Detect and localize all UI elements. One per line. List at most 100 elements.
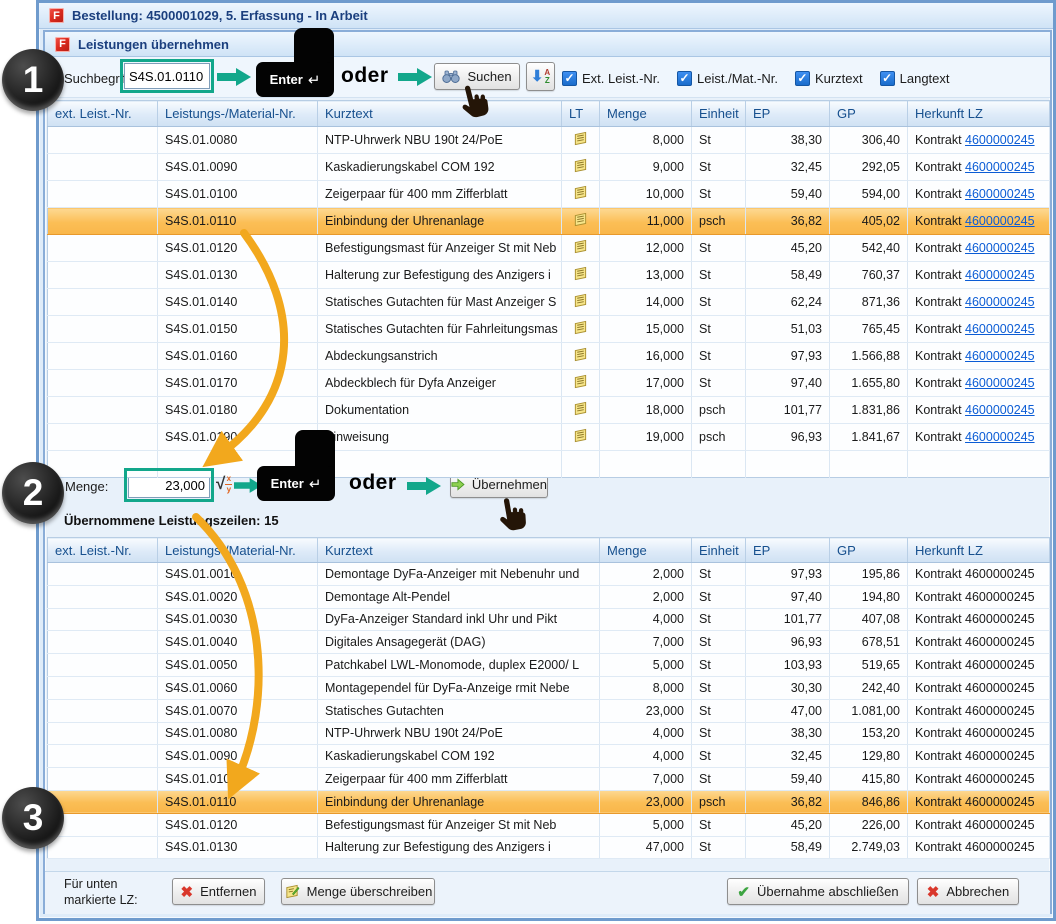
col-kurztext[interactable]: Kurztext bbox=[318, 538, 600, 563]
langtext-note-icon[interactable] bbox=[573, 293, 588, 308]
transferred-row[interactable]: S4S.01.0110Einbindung der Uhrenanlage23,… bbox=[48, 790, 1050, 813]
window-titlebar[interactable]: F Bestellung: 4500001029, 5. Erfassung -… bbox=[39, 3, 1053, 29]
transferred-row[interactable]: S4S.01.0060Montagependel für DyFa-Anzeig… bbox=[48, 676, 1050, 699]
abbrechen-button[interactable]: ✖ Abbrechen bbox=[917, 878, 1019, 905]
cell bbox=[48, 768, 158, 791]
dialog-titlebar[interactable]: F Leistungen übernehmen bbox=[45, 32, 1050, 57]
kontrakt-link[interactable]: 4600000245 bbox=[965, 133, 1035, 147]
service-row[interactable]: S4S.01.0150Statisches Gutachten für Fahr… bbox=[48, 316, 1050, 343]
cell bbox=[562, 208, 600, 235]
transferred-row[interactable]: S4S.01.0010Demontage DyFa-Anzeiger mit N… bbox=[48, 563, 1050, 586]
cell: 1.831,86 bbox=[830, 397, 908, 424]
transferred-row[interactable]: S4S.01.0030DyFa-Anzeiger Standard inkl U… bbox=[48, 608, 1050, 631]
langtext-note-icon[interactable] bbox=[573, 428, 588, 443]
service-row[interactable]: S4S.01.0140Statisches Gutachten für Mast… bbox=[48, 289, 1050, 316]
cell: 242,40 bbox=[830, 676, 908, 699]
service-row[interactable]: S4S.01.0110Einbindung der Uhrenanlage 11… bbox=[48, 208, 1050, 235]
transferred-row[interactable]: S4S.01.0090Kaskadierungskabel COM 1924,0… bbox=[48, 745, 1050, 768]
kontrakt-link[interactable]: 4600000245 bbox=[965, 241, 1035, 255]
col-leistungs-material-nr[interactable]: Leistungs-/Material-Nr. bbox=[158, 101, 318, 127]
langtext-note-icon[interactable] bbox=[573, 347, 588, 362]
cell: 871,36 bbox=[830, 289, 908, 316]
service-row[interactable]: S4S.01.0180Dokumentation 18,000psch101,7… bbox=[48, 397, 1050, 424]
langtext-note-icon[interactable] bbox=[573, 158, 588, 173]
col-einheit[interactable]: Einheit bbox=[692, 538, 746, 563]
col-ext-leist-nr[interactable]: ext. Leist.-Nr. bbox=[48, 538, 158, 563]
cell: 45,20 bbox=[746, 813, 830, 836]
cell: 1.655,80 bbox=[830, 370, 908, 397]
cell bbox=[48, 208, 158, 235]
col-leistungs-material-nr[interactable]: Leistungs-/Material-Nr. bbox=[158, 538, 318, 563]
langtext-note-icon[interactable] bbox=[573, 401, 588, 416]
service-row[interactable]: S4S.01.0170Abdeckblech für Dyfa Anzeiger… bbox=[48, 370, 1050, 397]
langtext-note-icon[interactable] bbox=[573, 239, 588, 254]
cell: 2,000 bbox=[600, 563, 692, 586]
filter-langtext[interactable]: ✓ Langtext bbox=[880, 71, 950, 86]
kontrakt-link[interactable]: 4600000245 bbox=[965, 160, 1035, 174]
search-input[interactable]: S4S.01.0110 bbox=[124, 63, 210, 89]
cell: St bbox=[692, 699, 746, 722]
service-row[interactable]: S4S.01.0100Zeigerpaar für 400 mm Zifferb… bbox=[48, 181, 1050, 208]
transferred-row[interactable]: S4S.01.0120Befestigungsmast für Anzeiger… bbox=[48, 813, 1050, 836]
kontrakt-link[interactable]: 4600000245 bbox=[965, 403, 1035, 417]
langtext-note-icon[interactable] bbox=[573, 374, 588, 389]
formula-radical-icon[interactable]: √ x y bbox=[216, 474, 232, 494]
service-row[interactable]: S4S.01.0080NTP-Uhrwerk NBU 190t 24/PoE 8… bbox=[48, 127, 1050, 154]
transferred-row[interactable]: S4S.01.0040Digitales Ansagegerät (DAG)7,… bbox=[48, 631, 1050, 654]
kontrakt-link[interactable]: 4600000245 bbox=[965, 268, 1035, 282]
langtext-note-icon[interactable] bbox=[573, 131, 588, 146]
col-kurztext[interactable]: Kurztext bbox=[318, 101, 562, 127]
transferred-row[interactable]: S4S.01.0130Halterung zur Befestigung des… bbox=[48, 836, 1050, 859]
col-ext-leist-nr[interactable]: ext. Leist.-Nr. bbox=[48, 101, 158, 127]
transferred-row[interactable]: S4S.01.0020Demontage Alt-Pendel2,000St97… bbox=[48, 585, 1050, 608]
kontrakt-link[interactable]: 4600000245 bbox=[965, 430, 1035, 444]
cell bbox=[48, 654, 158, 677]
cell: 8,000 bbox=[600, 676, 692, 699]
col-menge[interactable]: Menge bbox=[600, 538, 692, 563]
sort-button[interactable]: ⬇ A Z bbox=[526, 62, 555, 91]
cell bbox=[562, 424, 600, 451]
service-row[interactable]: S4S.01.0190Einweisung 19,000psch96,931.8… bbox=[48, 424, 1050, 451]
service-row[interactable]: S4S.01.0130Halterung zur Befestigung des… bbox=[48, 262, 1050, 289]
cell: Kontrakt 4600000245 bbox=[908, 631, 1050, 654]
col-herkunft-lz[interactable]: Herkunft LZ bbox=[908, 538, 1050, 563]
filter-ext-leist-nr[interactable]: ✓ Ext. Leist.-Nr. bbox=[562, 71, 660, 86]
col-herkunft-lz[interactable]: Herkunft LZ bbox=[908, 101, 1050, 127]
cell: Montagependel für DyFa-Anzeige rmit Nebe bbox=[318, 676, 600, 699]
service-row[interactable]: S4S.01.0160Abdeckungsanstrich 16,000St97… bbox=[48, 343, 1050, 370]
checkbox-icon[interactable]: ✓ bbox=[677, 71, 692, 86]
col-ep[interactable]: EP bbox=[746, 538, 830, 563]
col-menge[interactable]: Menge bbox=[600, 101, 692, 127]
filter-leist-mat-nr[interactable]: ✓ Leist./Mat.-Nr. bbox=[677, 71, 778, 86]
uebernahme-abschliessen-button[interactable]: ✔ Übernahme abschließen bbox=[727, 878, 909, 905]
kontrakt-link[interactable]: 4600000245 bbox=[965, 376, 1035, 390]
transferred-row[interactable]: S4S.01.0070Statisches Gutachten23,000St4… bbox=[48, 699, 1050, 722]
kontrakt-link[interactable]: 4600000245 bbox=[965, 349, 1035, 363]
kontrakt-link[interactable]: 4600000245 bbox=[965, 214, 1035, 228]
transferred-row[interactable]: S4S.01.0100Zeigerpaar für 400 mm Zifferb… bbox=[48, 768, 1050, 791]
col-lt[interactable]: LT bbox=[562, 101, 600, 127]
langtext-note-icon[interactable] bbox=[573, 320, 588, 335]
oder-label-2: oder bbox=[349, 471, 397, 495]
col-einheit[interactable]: Einheit bbox=[692, 101, 746, 127]
checkbox-icon[interactable]: ✓ bbox=[880, 71, 895, 86]
col-gp[interactable]: GP bbox=[830, 101, 908, 127]
service-row[interactable]: S4S.01.0120Befestigungsmast für Anzeiger… bbox=[48, 235, 1050, 262]
menge-ueberschreiben-button[interactable]: Menge überschreiben bbox=[281, 878, 435, 905]
langtext-note-icon[interactable] bbox=[573, 212, 588, 227]
col-ep[interactable]: EP bbox=[746, 101, 830, 127]
transferred-row[interactable]: S4S.01.0050Patchkabel LWL-Monomode, dupl… bbox=[48, 654, 1050, 677]
checkbox-icon[interactable]: ✓ bbox=[795, 71, 810, 86]
kontrakt-link[interactable]: 4600000245 bbox=[965, 322, 1035, 336]
transferred-row[interactable]: S4S.01.0080NTP-Uhrwerk NBU 190t 24/PoE4,… bbox=[48, 722, 1050, 745]
service-row[interactable]: S4S.01.0090Kaskadierungskabel COM 192 9,… bbox=[48, 154, 1050, 181]
kontrakt-link[interactable]: 4600000245 bbox=[965, 187, 1035, 201]
cell: 18,000 bbox=[600, 397, 692, 424]
langtext-note-icon[interactable] bbox=[573, 185, 588, 200]
langtext-note-icon[interactable] bbox=[573, 266, 588, 281]
col-gp[interactable]: GP bbox=[830, 538, 908, 563]
filter-kurztext[interactable]: ✓ Kurztext bbox=[795, 71, 863, 86]
entfernen-button[interactable]: ✖ Entfernen bbox=[172, 878, 265, 905]
kontrakt-link[interactable]: 4600000245 bbox=[965, 295, 1035, 309]
checkbox-icon[interactable]: ✓ bbox=[562, 71, 577, 86]
